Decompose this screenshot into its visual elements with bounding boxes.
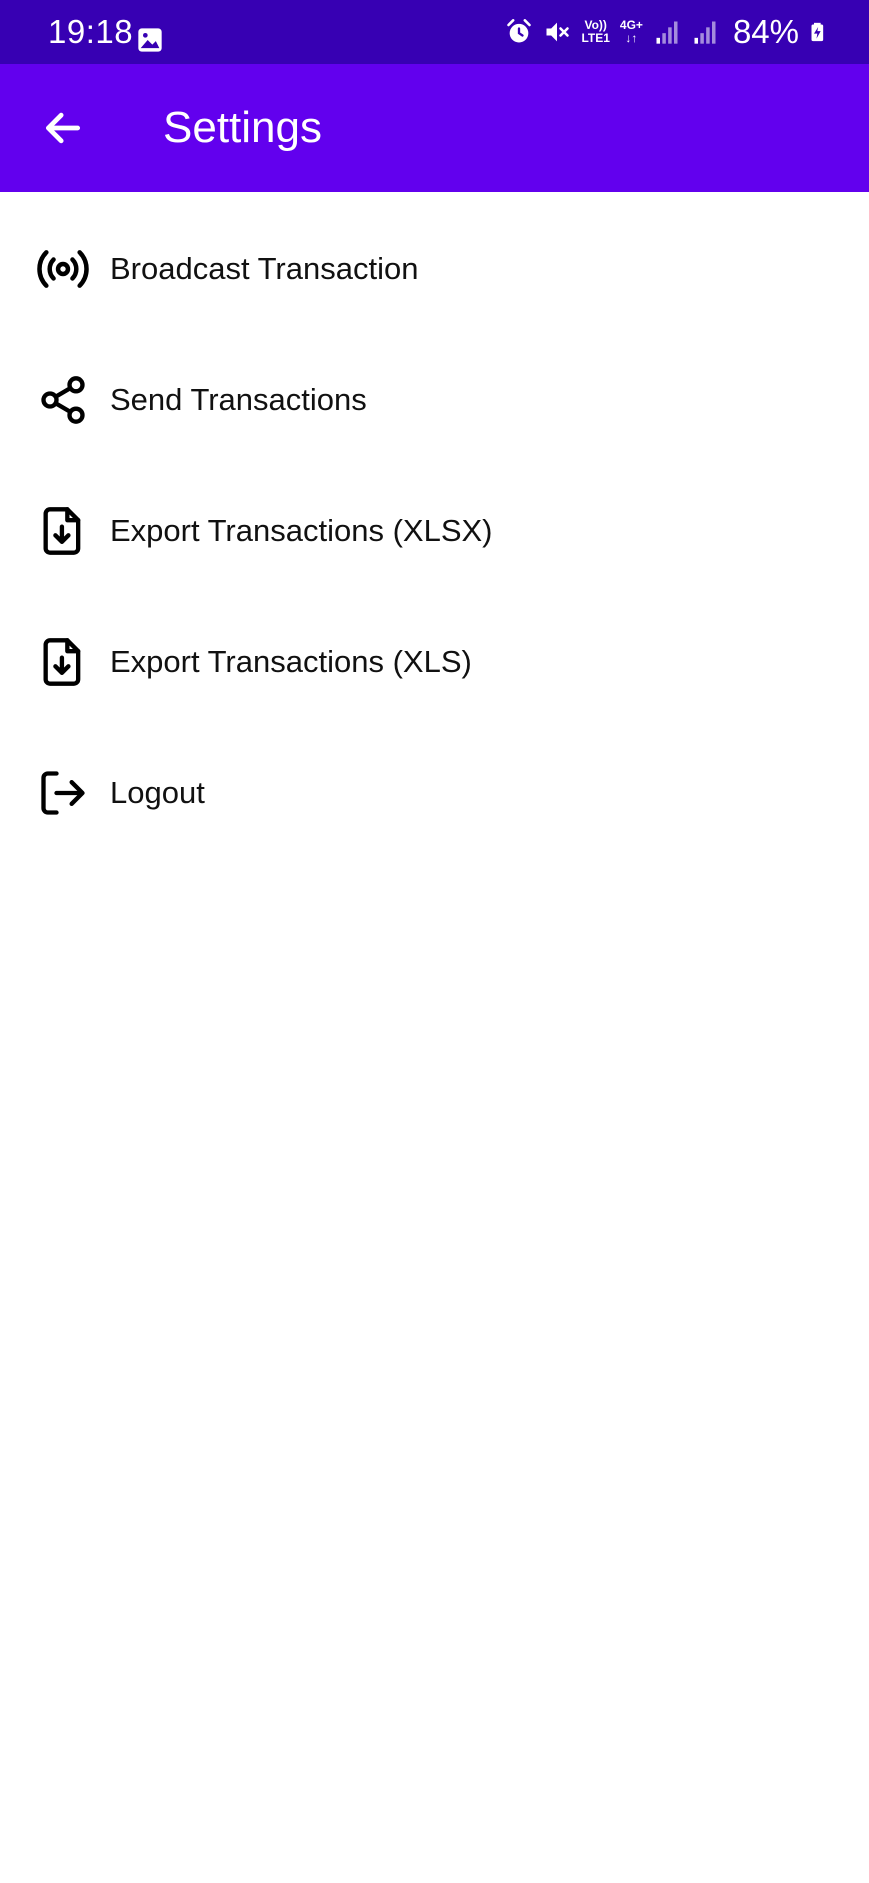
- share-icon: [36, 373, 90, 427]
- menu-item-label: Logout: [110, 774, 205, 810]
- alarm-icon: [507, 19, 532, 43]
- logout-icon: [36, 766, 90, 820]
- menu-item-logout[interactable]: Logout: [0, 727, 869, 858]
- page-title: Settings: [163, 103, 322, 152]
- back-button[interactable]: [30, 98, 96, 158]
- file-download-icon: [36, 635, 90, 689]
- signal-icon: [694, 21, 716, 44]
- gallery-icon: [138, 28, 162, 52]
- settings-menu: Broadcast Transaction Send Transactions …: [0, 203, 869, 858]
- menu-item-broadcast-transaction[interactable]: Broadcast Transaction: [0, 203, 869, 334]
- arrow-left-icon: [45, 112, 81, 144]
- data-arrows-icon: 4G+ ↓↑: [620, 19, 643, 45]
- data-arrows-glyph: ↓↑: [625, 31, 638, 45]
- menu-item-label: Send Transactions: [110, 381, 367, 417]
- menu-item-send-transactions[interactable]: Send Transactions: [0, 334, 869, 465]
- status-icons: Vo)) LTE1 4G+ ↓↑ 84%: [505, 12, 829, 52]
- volte-icon: Vo)) LTE1: [581, 19, 609, 45]
- network-lte-label: LTE1: [581, 31, 610, 45]
- battery-percentage: 84%: [732, 13, 799, 50]
- menu-item-label: Broadcast Transaction: [110, 250, 419, 286]
- file-download-icon: [36, 504, 90, 558]
- broadcast-icon: [36, 242, 90, 296]
- status-bar: 19:18 Vo)) LTE1 4G+ ↓↑ 84%: [0, 0, 869, 64]
- signal-icon: [656, 21, 678, 44]
- menu-item-label: Export Transactions (XLSX): [110, 512, 493, 548]
- app-bar: Settings: [0, 64, 869, 192]
- mute-icon: [546, 22, 570, 42]
- status-time: 19:18: [48, 13, 134, 50]
- menu-item-export-xls[interactable]: Export Transactions (XLS): [0, 596, 869, 727]
- menu-item-export-xlsx[interactable]: Export Transactions (XLSX): [0, 465, 869, 596]
- battery-charging-icon: [811, 22, 824, 42]
- menu-item-label: Export Transactions (XLS): [110, 643, 472, 679]
